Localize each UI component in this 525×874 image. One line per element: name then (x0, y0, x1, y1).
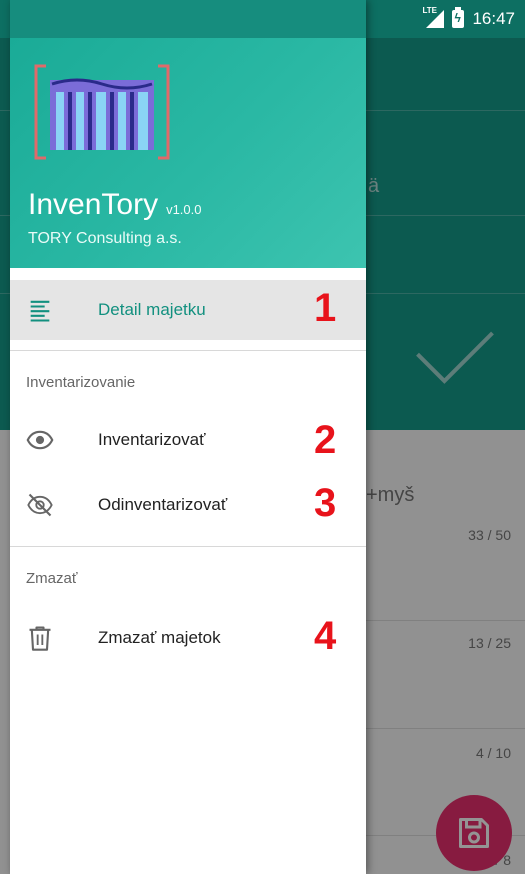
menu-divider (10, 546, 366, 547)
company-name: TORY Consulting a.s. (28, 230, 182, 247)
signal-icon: LTE (422, 6, 445, 28)
annotation-marker: 1 (314, 286, 337, 330)
network-type: LTE (422, 6, 437, 15)
drawer-status-bar (10, 0, 366, 38)
eye-off-icon (27, 493, 53, 517)
menu-item-label: Inventarizovať (98, 430, 206, 449)
section-title-inventarizovanie: Inventarizovanie (26, 374, 136, 391)
trash-icon (29, 626, 51, 651)
menu-item-odinventarizovat[interactable]: Odinventarizovať 3 (10, 475, 366, 535)
status-time: 16:47 (472, 9, 515, 28)
menu-item-zmazat-majetok[interactable]: Zmazať majetok 4 (10, 608, 366, 668)
menu-item-label: Zmazať majetok (98, 628, 221, 647)
app-logo-icon (34, 64, 170, 160)
battery-icon: ϟ (452, 7, 465, 28)
drawer-header: InvenTory v1.0.0 TORY Consulting a.s. (10, 38, 366, 268)
navigation-drawer: InvenTory v1.0.0 TORY Consulting a.s. Det… (10, 0, 366, 874)
app-title: InvenTory v1.0.0 (28, 188, 202, 222)
menu-item-inventarizovat[interactable]: Inventarizovať 2 (10, 410, 366, 470)
menu-item-label: Detail majetku (98, 300, 206, 319)
menu-divider (10, 350, 366, 351)
annotation-marker: 4 (314, 614, 337, 658)
list-detail-icon (30, 300, 50, 322)
annotation-marker: 3 (314, 481, 337, 525)
app-name: InvenTory (28, 188, 159, 221)
eye-icon (26, 430, 54, 450)
app-version: v1.0.0 (166, 202, 202, 217)
menu-item-label: Odinventarizovať (98, 495, 228, 514)
annotation-marker: 2 (314, 418, 337, 462)
menu-item-detail-majetku[interactable]: Detail majetku 1 (10, 280, 366, 340)
section-title-zmazat: Zmazať (26, 570, 78, 587)
